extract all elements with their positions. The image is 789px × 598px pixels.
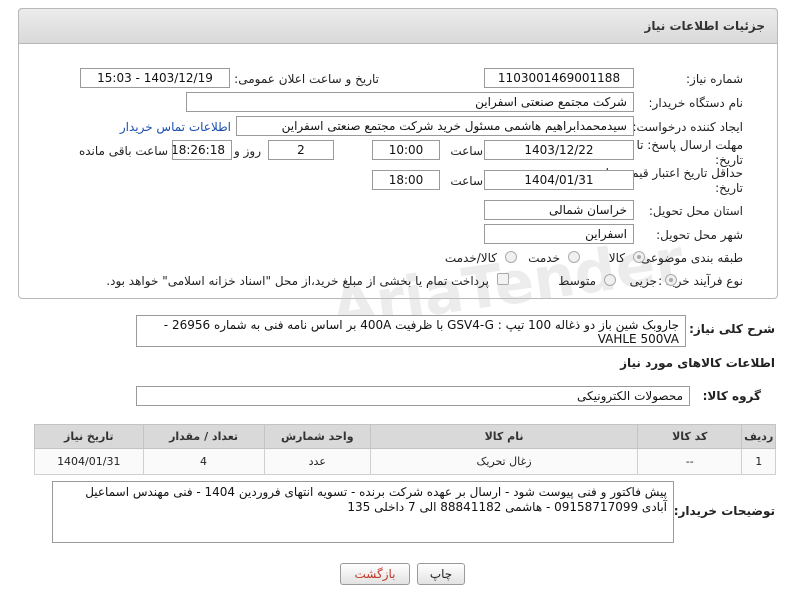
summary-field: جاروبک شین باز دو ذغاله 100 تیپ : GSV4-G… bbox=[136, 315, 686, 347]
remaining-label: ساعت باقی مانده bbox=[78, 144, 168, 158]
process-option-medium: متوسط bbox=[558, 274, 596, 288]
days-field: 2 bbox=[268, 140, 334, 160]
table-row: 1 -- زغال تحریک عدد 4 1404/01/31 bbox=[34, 448, 776, 475]
process-radio-medium[interactable] bbox=[604, 274, 616, 286]
buyer-label: نام دستگاه خریدار: bbox=[648, 96, 744, 110]
goods-table-header: ردیف کد کالا نام کالا واحد شمارش تعداد /… bbox=[34, 424, 776, 449]
buyer-field: شرکت مجتمع صنعتی اسفراین bbox=[186, 92, 634, 112]
deadline-time-field: 10:00 bbox=[372, 140, 440, 160]
col-quantity: تعداد / مقدار bbox=[142, 424, 265, 449]
treasury-payment-note: پرداخت تمام یا بخشی از مبلغ خرید،از محل … bbox=[106, 274, 489, 288]
province-label: استان محل تحویل: bbox=[648, 204, 743, 218]
city-field: اسفراین bbox=[484, 224, 634, 244]
creator-field: سیدمحمدابراهیم هاشمی مسئول خرید شرکت مجت… bbox=[236, 116, 634, 136]
category-option-service: خدمت bbox=[528, 251, 560, 265]
process-radio-minor[interactable] bbox=[665, 274, 677, 286]
col-code: کد کالا bbox=[637, 424, 743, 449]
cell-quantity: 4 bbox=[142, 448, 265, 475]
creator-label: ایجاد کننده درخواست: bbox=[632, 120, 743, 134]
deadline-time-label: ساعت bbox=[450, 144, 483, 158]
cell-name: زغال تحریک bbox=[369, 448, 639, 475]
cell-code: -- bbox=[637, 448, 743, 475]
category-radio-service[interactable] bbox=[568, 251, 580, 263]
panel-title: جزئیات اطلاعات نیاز bbox=[644, 19, 765, 33]
print-button[interactable]: چاپ bbox=[417, 563, 465, 585]
announce-field: 1403/12/19 - 15:03 bbox=[80, 68, 230, 88]
cell-row: 1 bbox=[741, 448, 776, 475]
category-option-goods-service: کالا/خدمت bbox=[444, 251, 497, 265]
col-name: نام کالا bbox=[369, 424, 639, 449]
category-radio-goods[interactable] bbox=[633, 251, 645, 263]
buyer-notes-field: پیش فاکتور و فنی پیوست شود - ارسال بر عه… bbox=[52, 481, 674, 543]
province-field: خراسان شمالی bbox=[484, 200, 634, 220]
panel-header: جزئیات اطلاعات نیاز bbox=[18, 8, 778, 44]
goods-table: ردیف کد کالا نام کالا واحد شمارش تعداد /… bbox=[34, 424, 776, 475]
summary-label: شرح کلی نیاز: bbox=[689, 322, 775, 336]
deadline-date-field: 1403/12/22 bbox=[484, 140, 634, 160]
validity-time-label: ساعت bbox=[450, 174, 483, 188]
back-button[interactable]: بازگشت bbox=[340, 563, 410, 585]
cell-need-date: 1404/01/31 bbox=[34, 448, 144, 475]
col-row: ردیف bbox=[741, 424, 776, 449]
announce-label: تاریخ و ساعت اعلان عمومی: bbox=[234, 72, 379, 86]
goods-group-label: گروه کالا: bbox=[702, 389, 761, 403]
buyer-notes-label: توضیحات خریدار: bbox=[673, 504, 775, 518]
days-label: روز و bbox=[234, 144, 261, 158]
col-need-date: تاریخ نیاز bbox=[34, 424, 144, 449]
process-option-minor: جزیی bbox=[629, 274, 657, 288]
need-number-field: 1103001469001188 bbox=[484, 68, 634, 88]
cell-unit: عدد bbox=[263, 448, 371, 475]
city-label: شهر محل تحویل: bbox=[656, 228, 743, 242]
goods-group-field: محصولات الکترونیکی bbox=[136, 386, 690, 406]
category-option-goods: کالا bbox=[608, 251, 625, 265]
col-unit: واحد شمارش bbox=[263, 424, 371, 449]
remaining-time-field: 18:26:18 bbox=[172, 140, 232, 160]
category-radio-goods-service[interactable] bbox=[505, 251, 517, 263]
need-number-label: شماره نیاز: bbox=[686, 72, 743, 86]
treasury-payment-checkbox[interactable] bbox=[497, 273, 509, 285]
goods-section-title: اطلاعات کالاهای مورد نیاز bbox=[620, 356, 775, 370]
validity-date-field: 1404/01/31 bbox=[484, 170, 634, 190]
validity-time-field: 18:00 bbox=[372, 170, 440, 190]
category-label: طبقه بندی موضوعی: bbox=[636, 251, 743, 265]
buyer-contact-link[interactable]: اطلاعات تماس خریدار bbox=[120, 120, 231, 134]
